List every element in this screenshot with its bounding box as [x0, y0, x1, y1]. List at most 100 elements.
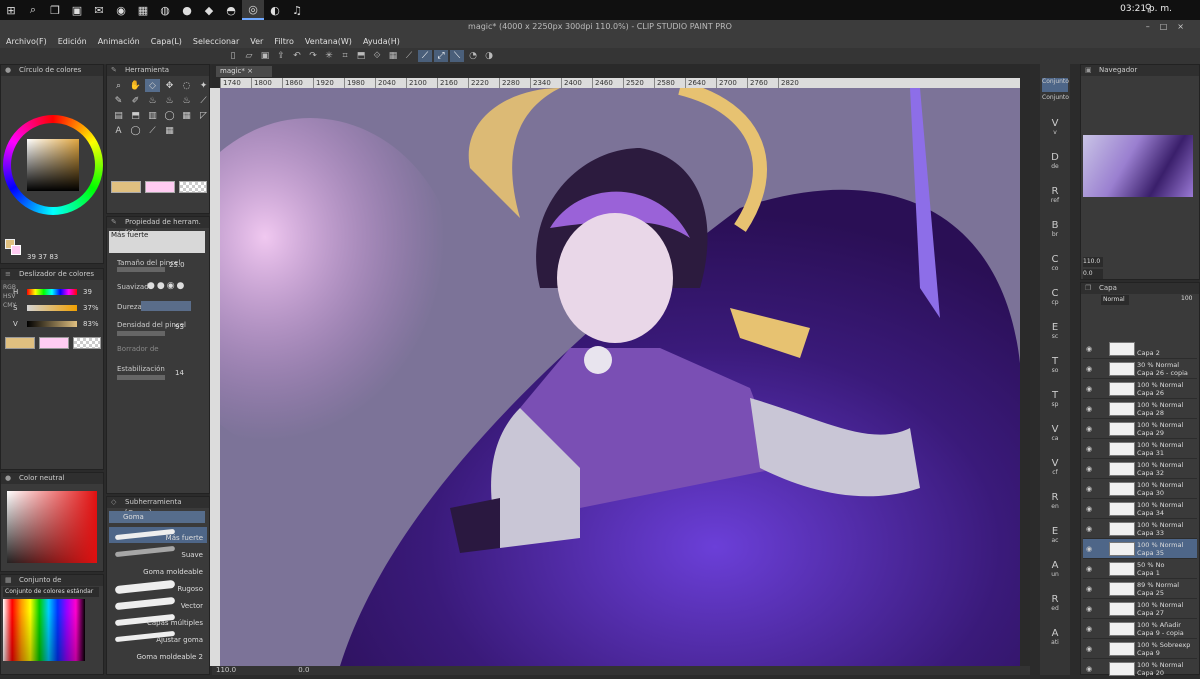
- layer-row[interactable]: ◉ 100 % Sobreexp Capa 9: [1083, 639, 1197, 659]
- eye-icon[interactable]: ◉: [1086, 445, 1092, 453]
- menu-filter[interactable]: Filtro: [274, 37, 294, 46]
- eye-icon[interactable]: ◉: [1086, 665, 1092, 673]
- app-icon[interactable]: ▦: [132, 0, 154, 20]
- layer-row[interactable]: ◉ 100 % Normal Capa 32: [1083, 459, 1197, 479]
- eye-icon[interactable]: ◉: [1086, 605, 1092, 613]
- eraser-tool-icon[interactable]: ◇: [145, 79, 160, 92]
- export-icon[interactable]: ⇪: [274, 50, 288, 62]
- density-slider[interactable]: [117, 331, 165, 336]
- smoothing-options[interactable]: ●●◉●: [147, 281, 186, 291]
- eye-icon[interactable]: ◉: [1086, 625, 1092, 633]
- layer-row[interactable]: ◉ 100 % Normal Capa 26: [1083, 379, 1197, 399]
- eye-icon[interactable]: ◉: [1086, 645, 1092, 653]
- layer-row[interactable]: ◉ 100 % Normal Capa 35: [1083, 539, 1197, 559]
- figure-icon[interactable]: ◯: [162, 109, 177, 122]
- pencil-icon[interactable]: ✐: [128, 94, 143, 107]
- close-icon[interactable]: ×: [247, 67, 253, 75]
- side-panel-button[interactable]: Esc: [1042, 322, 1068, 344]
- side-panel-button[interactable]: Tso: [1042, 356, 1068, 378]
- layer-row[interactable]: ◉ 100 % Normal Capa 28: [1083, 399, 1197, 419]
- menu-animation[interactable]: Animación: [98, 37, 140, 46]
- saturation-value-square[interactable]: [27, 139, 79, 191]
- tool-sub-color[interactable]: [145, 181, 175, 193]
- correct-icon[interactable]: ▦: [162, 124, 177, 137]
- subtool-item[interactable]: Ajustar goma: [109, 629, 207, 645]
- ruler-icon[interactable]: ⟋: [402, 50, 416, 62]
- hand-icon[interactable]: ✋: [128, 79, 143, 92]
- close-icon[interactable]: ×: [1177, 22, 1194, 31]
- subtool-item[interactable]: Más fuerte: [109, 527, 207, 543]
- tool-main-color[interactable]: [111, 181, 141, 193]
- side-panel-button[interactable]: Vcf: [1042, 458, 1068, 480]
- task-view-icon[interactable]: ❐: [44, 0, 66, 20]
- zoom-value[interactable]: 110.0: [216, 666, 236, 674]
- fill-icon[interactable]: ⬒: [354, 50, 368, 62]
- new-icon[interactable]: ▯: [226, 50, 240, 62]
- side-panel-button[interactable]: Red: [1042, 594, 1068, 616]
- snap-ruler-icon[interactable]: ⟋: [418, 50, 432, 62]
- steam-icon[interactable]: ◐: [264, 0, 286, 20]
- mail-icon[interactable]: ✉: [88, 0, 110, 20]
- menu-view[interactable]: Ver: [250, 37, 263, 46]
- whatsapp-icon[interactable]: ◉: [110, 0, 132, 20]
- subtool-item[interactable]: Goma moldeable 2: [109, 646, 207, 662]
- redo-icon[interactable]: ↷: [306, 50, 320, 62]
- layer-row[interactable]: ◉ 30 % Normal Capa 26 - copia: [1083, 359, 1197, 379]
- layer-row[interactable]: ◉ 100 % Normal Capa 30: [1083, 479, 1197, 499]
- eye-icon[interactable]: ◉: [1086, 505, 1092, 513]
- layer-row[interactable]: ◉ 100 % Normal Capa 33: [1083, 519, 1197, 539]
- app-icon[interactable]: ◆: [198, 0, 220, 20]
- maximize-icon[interactable]: □: [1160, 22, 1178, 31]
- main-color-chip[interactable]: [5, 337, 35, 349]
- layer-row[interactable]: ◉ 100 % Normal Capa 20: [1083, 659, 1197, 679]
- layer-row[interactable]: ◉ 89 % Normal Capa 25: [1083, 579, 1197, 599]
- spotify-icon[interactable]: ♫: [286, 0, 308, 20]
- navigator-zoom[interactable]: 110.0: [1083, 257, 1103, 267]
- side-panel-button[interactable]: Vv: [1042, 118, 1068, 140]
- app-icon[interactable]: ●: [176, 0, 198, 20]
- layer-row[interactable]: ◉ 100 % Normal Capa 29: [1083, 419, 1197, 439]
- flip-icon[interactable]: ◑: [482, 50, 496, 62]
- snap-grid-icon[interactable]: ⟍: [450, 50, 464, 62]
- brush-icon[interactable]: ♨: [145, 94, 160, 107]
- subtool-item[interactable]: Capas múltiples: [109, 612, 207, 628]
- stabilization-value[interactable]: 14: [175, 369, 184, 377]
- side-panel-button[interactable]: Eac: [1042, 526, 1068, 548]
- brush-size-slider[interactable]: [117, 267, 165, 272]
- open-icon[interactable]: ▱: [242, 50, 256, 62]
- side-panel-button[interactable]: Vca: [1042, 424, 1068, 446]
- layer-row[interactable]: ◉ 100 % Normal Capa 27: [1083, 599, 1197, 619]
- canvas-tab[interactable]: magic* ×: [216, 66, 272, 77]
- menu-window[interactable]: Ventana(W): [305, 37, 352, 46]
- slider-h[interactable]: H 39: [5, 287, 103, 297]
- slider-s[interactable]: S 37%: [5, 303, 103, 313]
- eye-icon[interactable]: ◉: [1086, 545, 1092, 553]
- tab-conjunto[interactable]: Conjunto: [1042, 78, 1069, 92]
- rotate-icon[interactable]: ◔: [466, 50, 480, 62]
- side-panel-button[interactable]: Rref: [1042, 186, 1068, 208]
- drawing-canvas[interactable]: [220, 88, 1020, 666]
- fill-icon[interactable]: ⬒: [128, 109, 143, 122]
- eye-icon[interactable]: ◉: [1086, 425, 1092, 433]
- minimize-icon[interactable]: –: [1146, 22, 1160, 31]
- move-icon[interactable]: ✥: [162, 79, 177, 92]
- tab-conjunto-2[interactable]: Conjunto: [1042, 94, 1069, 108]
- sub-color-chip[interactable]: [39, 337, 69, 349]
- eye-icon[interactable]: ◉: [1086, 345, 1092, 353]
- menu-layer[interactable]: Capa(L): [151, 37, 182, 46]
- side-panel-button[interactable]: Ren: [1042, 492, 1068, 514]
- wand-icon[interactable]: ✦: [196, 79, 211, 92]
- side-panel-button[interactable]: Cco: [1042, 254, 1068, 276]
- eye-icon[interactable]: ◉: [1086, 405, 1092, 413]
- layer-row[interactable]: ◉ 100 % Normal Capa 31: [1083, 439, 1197, 459]
- zoom-icon[interactable]: ⌕: [111, 79, 126, 92]
- layer-row[interactable]: ◉ 100 % Añadir Capa 9 - copia: [1083, 619, 1197, 639]
- side-panel-button[interactable]: Tsp: [1042, 390, 1068, 412]
- grid-icon[interactable]: ▦: [386, 50, 400, 62]
- subtool-item[interactable]: Suave: [109, 544, 207, 560]
- subtool-group-tab[interactable]: Goma: [109, 511, 205, 523]
- crop-icon[interactable]: ⟐: [370, 50, 384, 62]
- search-icon[interactable]: ⌕: [22, 0, 44, 20]
- eye-icon[interactable]: ◉: [1086, 385, 1092, 393]
- ruler-icon[interactable]: ◸: [196, 109, 211, 122]
